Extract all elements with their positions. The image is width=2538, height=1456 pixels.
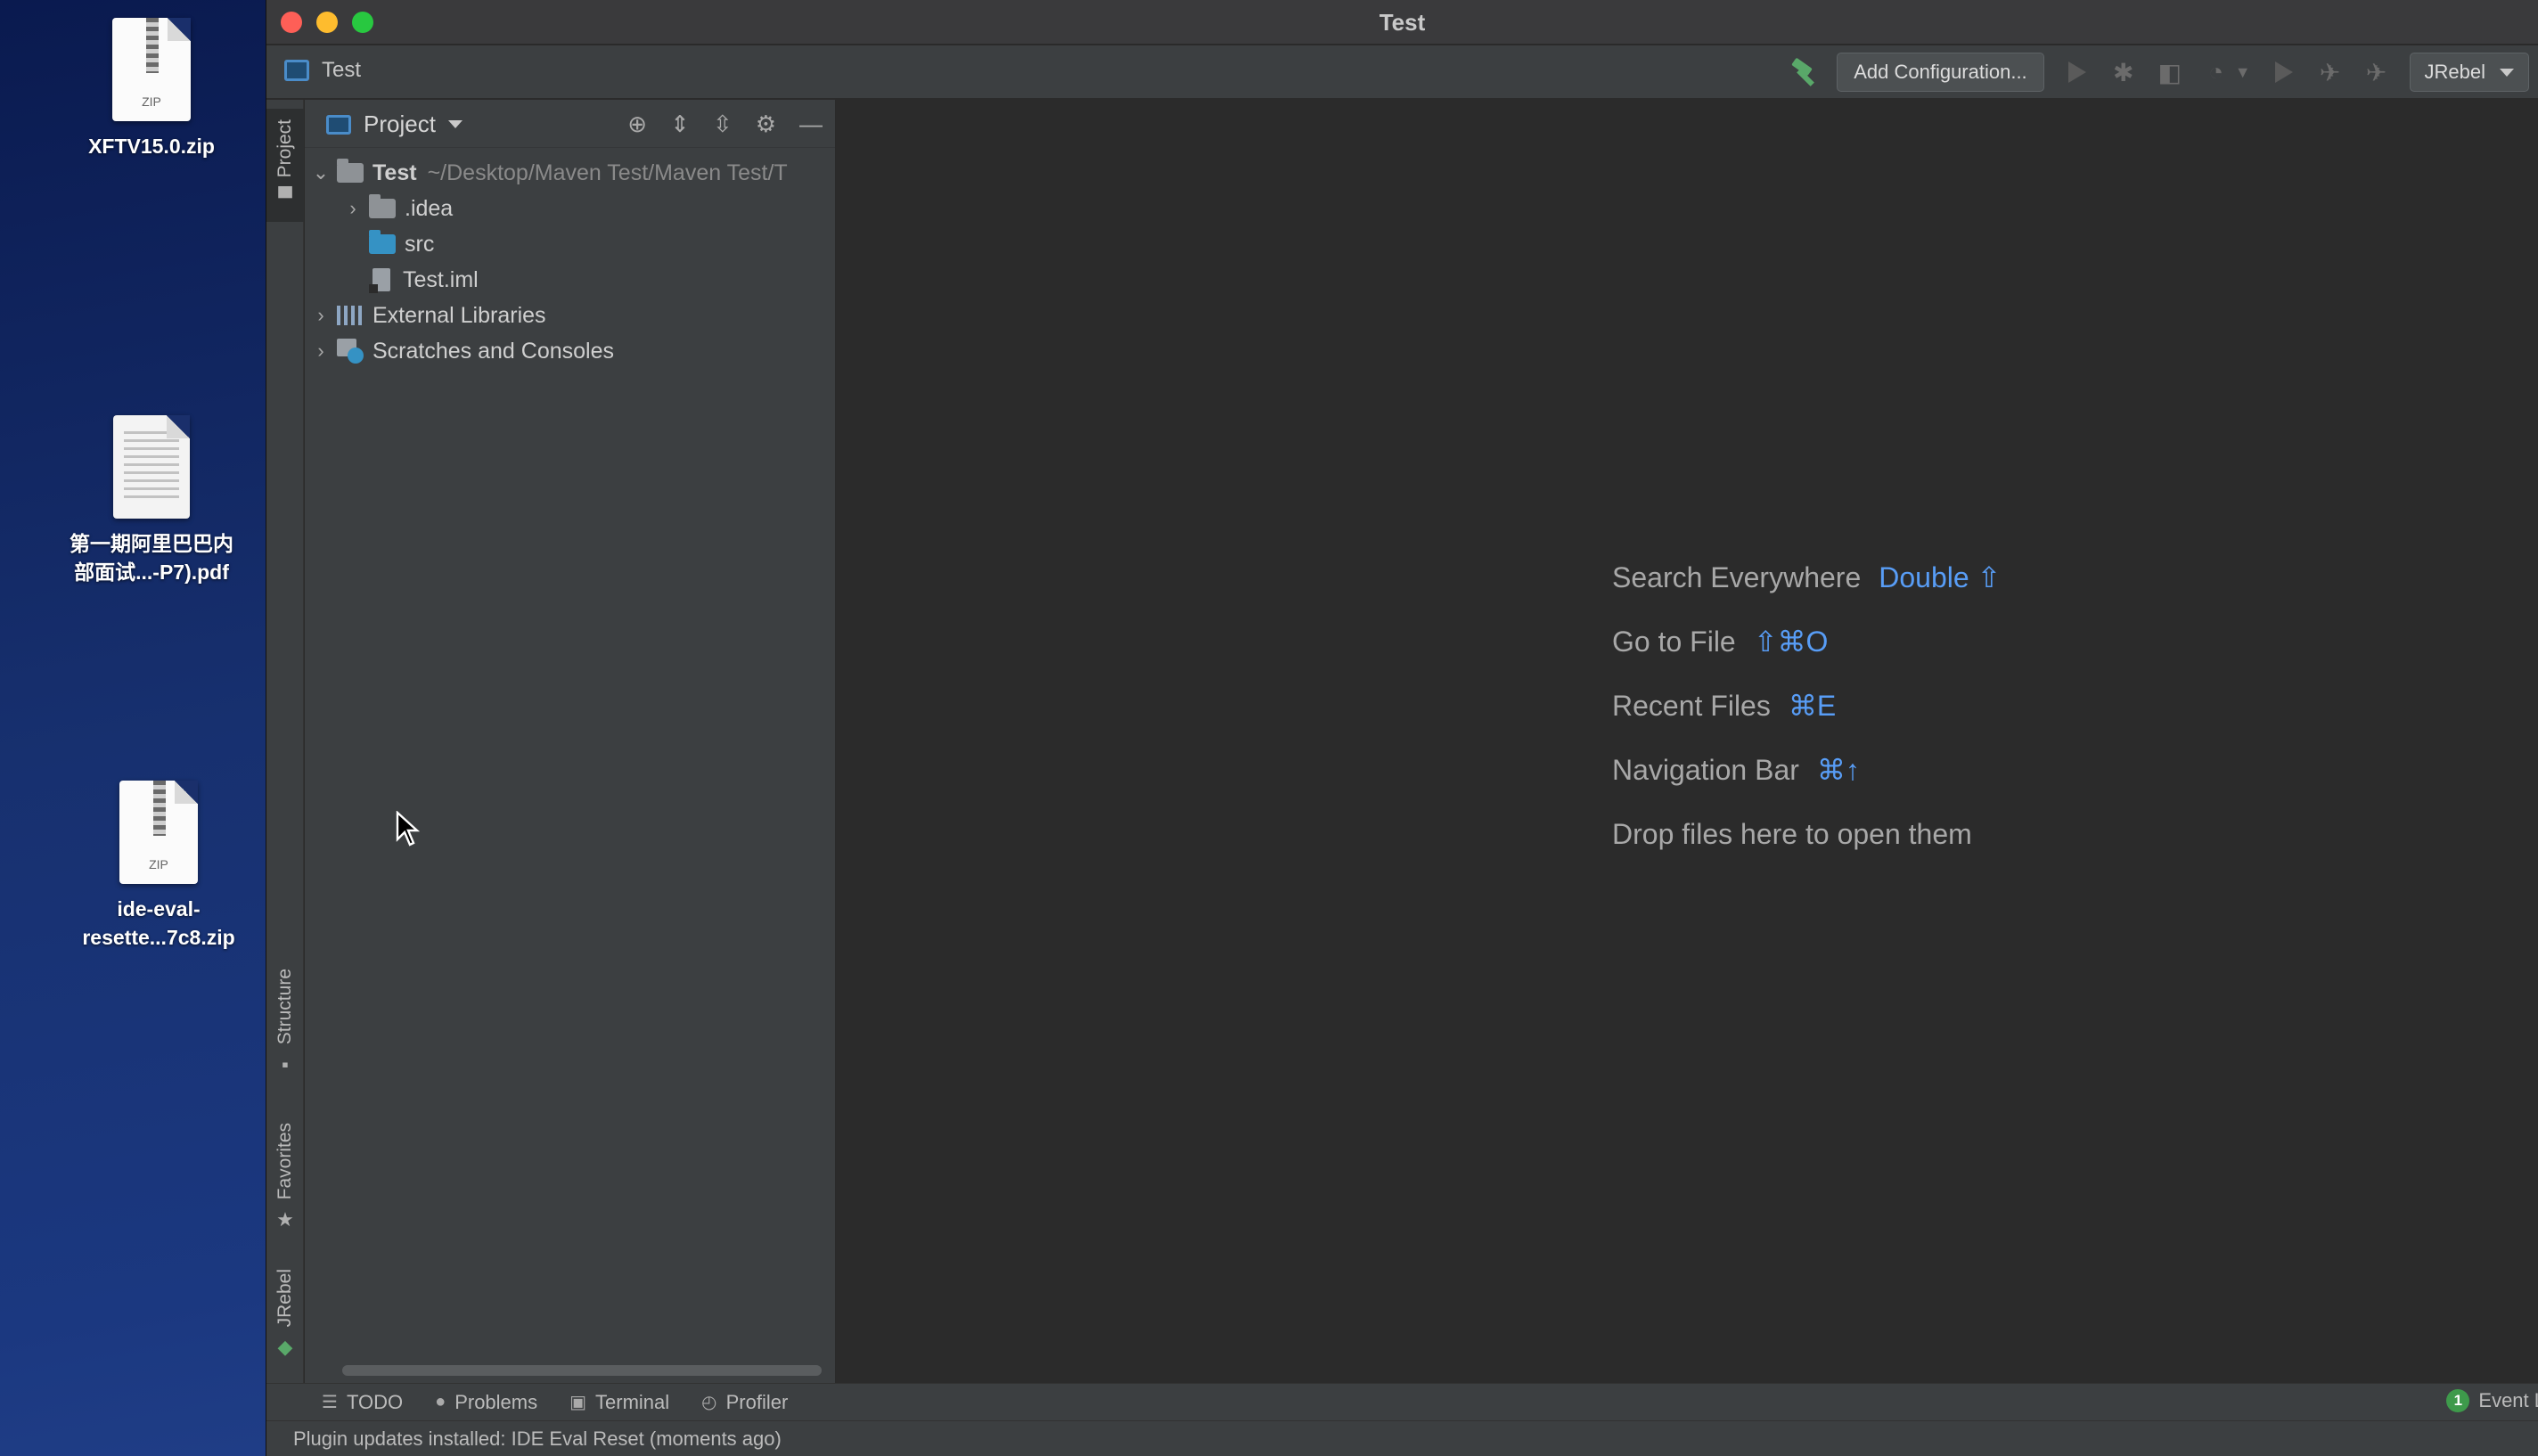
window-title: Test xyxy=(1379,9,1426,36)
list-icon: ☰ xyxy=(322,1393,338,1412)
pdf-file-icon xyxy=(113,415,190,519)
horizontal-scrollbar[interactable] xyxy=(342,1365,822,1376)
desktop: ZIP XFTV15.0.zip 第一期阿里巴巴内 部面试...-P7).pdf… xyxy=(0,0,266,1456)
terminal-icon: ▣ xyxy=(569,1393,587,1412)
tree-item-src[interactable]: src xyxy=(305,226,835,262)
hint-go-to-file: Go to File ⇧⌘O xyxy=(1612,625,1829,658)
desktop-file-label: 第一期阿里巴巴内 部面试...-P7).pdf xyxy=(70,532,233,584)
chevron-down-icon[interactable]: ▼ xyxy=(2235,63,2251,82)
jrebel-icon: ◆ xyxy=(277,1336,293,1359)
desktop-file-label: ide-eval- resette...7c8.zip xyxy=(82,897,235,949)
tool-tab-favorites[interactable]: Favorites ★ xyxy=(266,1123,304,1231)
source-folder-icon xyxy=(369,230,396,254)
scratches-icon xyxy=(337,339,364,364)
tool-tab-structure[interactable]: Structure ▪ xyxy=(266,969,304,1076)
folder-icon: ▀ xyxy=(278,186,292,209)
mouse-cursor-icon xyxy=(396,811,421,847)
chevron-right-icon[interactable]: › xyxy=(305,304,337,327)
tree-item-external-libraries[interactable]: › External Libraries xyxy=(305,298,835,333)
module-folder-icon xyxy=(337,159,364,183)
module-icon xyxy=(284,60,309,81)
run-toolbar: Add Configuration... ✱ ◧ ◔ ▼ ✈ ✈ JRebel xyxy=(1790,53,2529,92)
project-panel-header: Project ⊕ ⇕ ⇳ ⚙ — xyxy=(305,100,835,148)
event-log-tab[interactable]: 1 Event L xyxy=(2446,1389,2538,1412)
chevron-right-icon[interactable]: › xyxy=(337,197,369,220)
run-icon[interactable] xyxy=(2064,59,2091,86)
hint-navigation-bar: Navigation Bar ⌘↑ xyxy=(1612,753,1860,787)
hint-recent-files: Recent Files ⌘E xyxy=(1612,689,1837,723)
tool-tab-terminal[interactable]: ▣ Terminal xyxy=(569,1391,669,1414)
jrebel-run-icon[interactable] xyxy=(2271,59,2297,86)
desktop-file-ide-eval-zip[interactable]: ZIP ide-eval- resette...7c8.zip xyxy=(43,781,274,952)
navigation-toolbar: Test Add Configuration... ✱ ◧ ◔ ▼ ✈ ✈ JR… xyxy=(266,45,2538,99)
hide-panel-icon[interactable]: — xyxy=(799,110,823,138)
tree-item-test[interactable]: ⌄ Test ~/Desktop/Maven Test/Maven Test/T xyxy=(305,155,835,191)
desktop-file-xftv-zip[interactable]: ZIP XFTV15.0.zip xyxy=(36,18,267,160)
project-icon xyxy=(326,114,351,135)
breadcrumb[interactable]: Test xyxy=(284,58,361,83)
hint-search-everywhere: Search Everywhere Double ⇧ xyxy=(1612,560,2002,594)
event-count-badge: 1 xyxy=(2446,1389,2470,1412)
caret-down-icon xyxy=(2500,68,2514,77)
jrebel-deploy-icon[interactable]: ✈ xyxy=(2363,59,2390,86)
profiler-icon: ◴ xyxy=(701,1393,717,1412)
locate-file-icon[interactable]: ⊕ xyxy=(627,110,647,138)
jrebel-debug-icon[interactable]: ✈ xyxy=(2317,59,2344,86)
tool-tab-problems[interactable]: ● Problems xyxy=(435,1391,537,1414)
add-configuration-button[interactable]: Add Configuration... xyxy=(1837,53,2044,92)
editor-empty-hints: Search Everywhere Double ⇧ Go to File ⇧⌘… xyxy=(1612,545,2001,866)
desktop-file-pdf[interactable]: 第一期阿里巴巴内 部面试...-P7).pdf xyxy=(36,415,267,586)
build-hammer-icon[interactable] xyxy=(1790,59,1817,86)
tree-item-idea[interactable]: › .idea xyxy=(305,191,835,226)
title-bar: Test xyxy=(266,0,2538,45)
editor-area[interactable]: Search Everywhere Double ⇧ Go to File ⇧⌘… xyxy=(837,100,2538,1383)
chevron-down-icon[interactable]: ⌄ xyxy=(305,161,337,184)
folder-icon xyxy=(369,194,396,218)
star-icon: ★ xyxy=(276,1208,294,1231)
structure-icon: ▪ xyxy=(282,1053,289,1076)
library-icon xyxy=(337,306,364,325)
tool-tab-jrebel[interactable]: JRebel ◆ xyxy=(266,1269,304,1359)
desktop-file-label: XFTV15.0.zip xyxy=(88,135,215,158)
problems-icon: ● xyxy=(435,1392,446,1411)
profile-icon[interactable]: ◔ xyxy=(2203,58,2230,86)
ide-window: Test Test Add Configuration... ✱ ◧ ◔ ▼ ✈… xyxy=(266,0,2538,1456)
status-message[interactable]: Plugin updates installed: IDE Eval Reset… xyxy=(293,1427,782,1451)
debug-icon[interactable]: ✱ xyxy=(2110,59,2137,86)
collapse-all-icon[interactable]: ⇳ xyxy=(713,110,733,138)
caret-down-icon xyxy=(447,120,463,128)
tree-item-test-iml[interactable]: Test.iml xyxy=(305,262,835,298)
tool-tab-todo[interactable]: ☰ TODO xyxy=(322,1391,403,1414)
chevron-right-icon[interactable]: › xyxy=(305,339,337,363)
project-panel-actions: ⊕ ⇕ ⇳ ⚙ — xyxy=(627,110,823,138)
hint-drop-files: Drop files here to open them xyxy=(1612,817,1972,850)
gear-icon[interactable]: ⚙ xyxy=(756,110,776,138)
status-bar: Plugin updates installed: IDE Eval Reset… xyxy=(266,1420,2538,1456)
coverage-icon[interactable]: ◧ xyxy=(2157,59,2183,86)
iml-file-icon xyxy=(369,268,390,293)
expand-all-icon[interactable]: ⇕ xyxy=(670,110,690,138)
project-tree: ⌄ Test ~/Desktop/Maven Test/Maven Test/T… xyxy=(305,155,835,369)
bottom-tool-bar: ☰ TODO ● Problems ▣ Terminal ◴ Profiler … xyxy=(266,1383,2538,1420)
zip-file-icon: ZIP xyxy=(119,781,198,884)
left-tool-strip: Project ▀ Structure ▪ Favorites ★ JRebel… xyxy=(266,100,304,1383)
project-panel: Project ⊕ ⇕ ⇳ ⚙ — ⌄ Test ~/Desktop/Maven… xyxy=(305,100,836,1383)
jrebel-dropdown[interactable]: JRebel xyxy=(2409,53,2529,92)
zip-file-icon: ZIP xyxy=(112,18,191,121)
project-view-selector[interactable]: Project xyxy=(326,110,463,138)
tool-tab-profiler[interactable]: ◴ Profiler xyxy=(701,1391,788,1414)
tool-tab-project[interactable]: Project ▀ xyxy=(266,109,304,223)
tree-item-scratches[interactable]: › Scratches and Consoles xyxy=(305,333,835,369)
